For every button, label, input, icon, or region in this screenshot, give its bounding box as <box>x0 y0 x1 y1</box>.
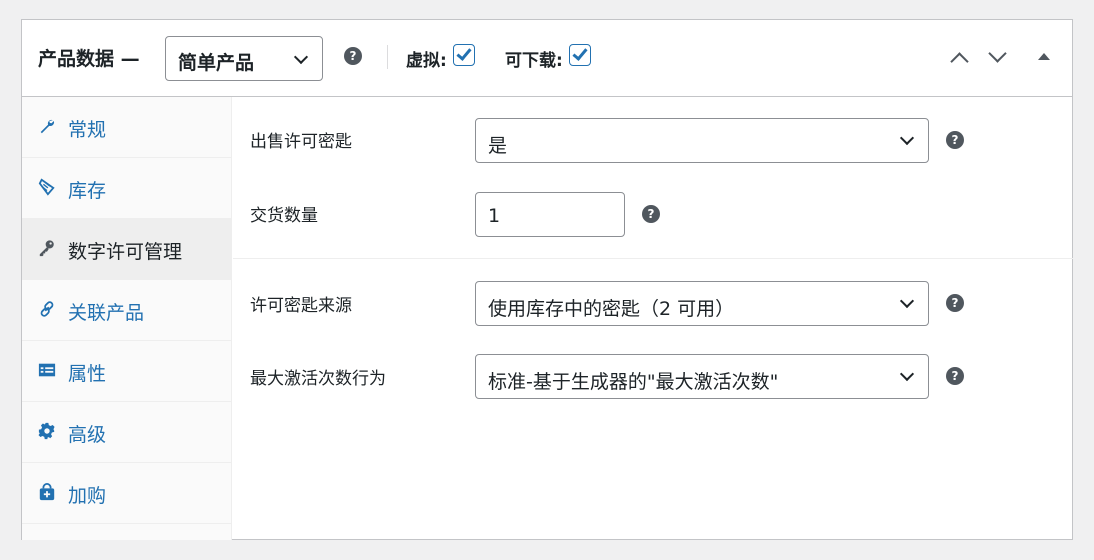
tab-label: 数字许可管理 <box>68 241 183 263</box>
max-activation-value: 标准-基于生成器的"最大激活次数" <box>488 371 779 393</box>
product-data-tabs: 常规 库存 数字许可管理 关联产品 属性 高级 加购 <box>22 97 232 540</box>
delivery-qty-input[interactable]: 1 <box>475 192 625 237</box>
check-icon <box>572 45 588 61</box>
product-type-value: 简单产品 <box>178 52 255 74</box>
tab-label: 属性 <box>68 363 107 385</box>
tab-linked-products[interactable]: 关联产品 <box>22 280 232 341</box>
sell-license-label: 出售许可密匙 <box>250 132 352 152</box>
panel-title: 产品数据 — <box>38 48 140 70</box>
key-icon <box>39 240 54 257</box>
list-icon <box>38 363 56 377</box>
cart-add-icon <box>39 483 55 501</box>
license-settings-panel: 出售许可密匙 是 ? 交货数量 1 ? 许可密匙来源 使用库存中的密匙（2 可用… <box>233 97 1073 540</box>
chevron-down-icon <box>988 44 1007 63</box>
tab-attributes[interactable]: 属性 <box>22 341 232 402</box>
help-icon[interactable]: ? <box>946 131 964 149</box>
triangle-up-icon <box>1038 53 1050 60</box>
chevron-down-icon <box>899 366 915 382</box>
tab-advanced[interactable]: 高级 <box>22 402 232 463</box>
downloadable-label: 可下载: <box>505 51 563 71</box>
tab-general[interactable]: 常规 <box>22 97 232 158</box>
help-icon[interactable]: ? <box>642 205 660 223</box>
check-icon <box>456 45 472 61</box>
key-source-label: 许可密匙来源 <box>250 296 352 316</box>
tag-icon <box>38 178 55 196</box>
max-activation-label: 最大激活次数行为 <box>250 369 386 389</box>
tab-label: 常规 <box>68 119 107 141</box>
wrench-icon <box>40 119 55 134</box>
link-icon <box>40 301 54 317</box>
product-type-select[interactable]: 简单产品 <box>165 36 323 81</box>
move-up-button[interactable] <box>948 47 972 71</box>
tab-add-to-cart[interactable]: 加购 <box>22 463 232 524</box>
delivery-qty-value: 1 <box>488 205 501 227</box>
sell-license-select[interactable]: 是 <box>475 118 929 163</box>
tab-label: 库存 <box>68 180 107 202</box>
chevron-down-icon <box>899 130 915 146</box>
product-data-panel: 产品数据 — 简单产品 ? 虚拟: 可下载: 常规 库存 数字许可管理 关联产品… <box>21 19 1073 540</box>
collapse-panel-button[interactable] <box>1036 50 1052 66</box>
tab-label: 高级 <box>68 424 107 446</box>
section-divider <box>233 258 1073 259</box>
key-source-value: 使用库存中的密匙（2 可用） <box>488 298 735 320</box>
tab-label: 加购 <box>68 485 107 507</box>
header-divider <box>387 45 388 69</box>
chevron-down-icon <box>293 49 309 65</box>
downloadable-checkbox[interactable] <box>569 44 591 66</box>
tab-inventory[interactable]: 库存 <box>22 158 232 219</box>
delivery-qty-label: 交货数量 <box>250 206 318 226</box>
panel-header: 产品数据 — 简单产品 ? 虚拟: 可下载: <box>22 20 1072 97</box>
virtual-checkbox[interactable] <box>453 44 475 66</box>
tab-label: 关联产品 <box>68 302 145 324</box>
help-icon[interactable]: ? <box>946 294 964 312</box>
tab-digital-license[interactable]: 数字许可管理 <box>22 219 232 280</box>
virtual-label: 虚拟: <box>406 51 447 71</box>
gear-icon <box>38 422 55 440</box>
help-icon[interactable]: ? <box>946 367 964 385</box>
key-source-select[interactable]: 使用库存中的密匙（2 可用） <box>475 281 929 326</box>
chevron-up-icon <box>950 52 969 71</box>
max-activation-select[interactable]: 标准-基于生成器的"最大激活次数" <box>475 354 929 399</box>
move-down-button[interactable] <box>986 44 1010 71</box>
sell-license-value: 是 <box>488 135 508 157</box>
help-icon[interactable]: ? <box>344 47 362 65</box>
chevron-down-icon <box>899 293 915 309</box>
